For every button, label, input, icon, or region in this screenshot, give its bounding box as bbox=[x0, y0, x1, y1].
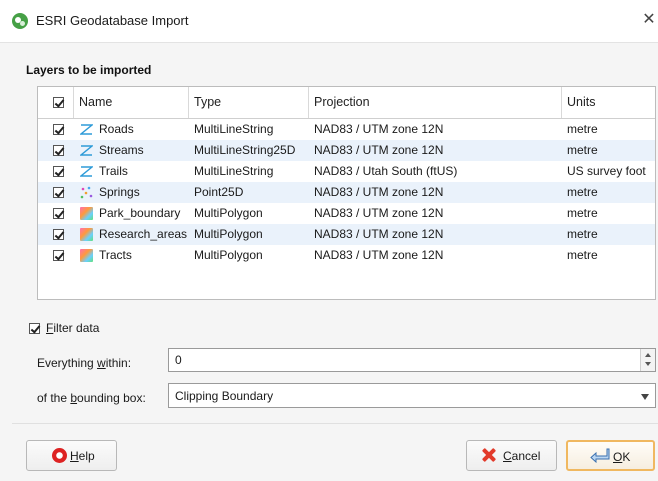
everything-within-input[interactable]: 0 bbox=[168, 348, 656, 372]
row-units: metre bbox=[567, 143, 598, 157]
filter-data-label[interactable]: Filter data bbox=[46, 321, 99, 335]
bounding-box-label: of the bounding box: bbox=[37, 391, 146, 405]
cancel-label-rest: ancel bbox=[511, 449, 541, 463]
row-name: Streams bbox=[99, 143, 144, 157]
filter-label-rest: ilter data bbox=[53, 321, 100, 335]
table-row[interactable]: Roads MultiLineString NAD83 / UTM zone 1… bbox=[38, 119, 655, 140]
select-all-header bbox=[38, 87, 74, 118]
bbox-label-post: ounding box: bbox=[77, 391, 146, 405]
row-checkbox[interactable] bbox=[53, 229, 64, 240]
dialog-title: ESRI Geodatabase Import bbox=[36, 13, 189, 28]
row-units: metre bbox=[567, 227, 598, 241]
row-checkbox[interactable] bbox=[53, 187, 64, 198]
column-header-projection[interactable]: Projection bbox=[309, 87, 562, 118]
layers-table: Name Type Projection Units Roads MultiLi… bbox=[37, 86, 656, 300]
within-value: 0 bbox=[175, 353, 182, 367]
row-projection: NAD83 / Utah South (ftUS) bbox=[314, 164, 458, 178]
button-divider bbox=[12, 423, 658, 424]
import-dialog: ESRI Geodatabase Import ✕ Layers to be i… bbox=[0, 0, 658, 481]
row-checkbox[interactable] bbox=[53, 166, 64, 177]
layers-section-title: Layers to be imported bbox=[26, 63, 152, 77]
table-body: Roads MultiLineString NAD83 / UTM zone 1… bbox=[38, 119, 655, 266]
row-checkbox[interactable] bbox=[53, 250, 64, 261]
row-name: Trails bbox=[99, 164, 128, 178]
chevron-down-icon[interactable] bbox=[641, 394, 649, 400]
row-type: Point25D bbox=[194, 185, 244, 199]
cancel-x-icon bbox=[481, 447, 497, 463]
table-row[interactable]: Park_boundary MultiPolygon NAD83 / UTM z… bbox=[38, 203, 655, 224]
ok-mnemonic: O bbox=[613, 450, 623, 464]
ok-label: OK bbox=[613, 450, 630, 464]
help-button[interactable]: Help bbox=[26, 440, 117, 471]
ok-label-rest: K bbox=[622, 450, 631, 464]
row-type: MultiPolygon bbox=[194, 206, 263, 220]
bbox-selected-value: Clipping Boundary bbox=[175, 389, 274, 403]
polygon-layer-icon bbox=[80, 228, 93, 241]
point-layer-icon bbox=[80, 186, 93, 199]
polygon-layer-icon bbox=[80, 249, 93, 262]
row-type: MultiLineString25D bbox=[194, 143, 296, 157]
row-projection: NAD83 / UTM zone 12N bbox=[314, 248, 444, 262]
app-logo-icon bbox=[12, 13, 28, 29]
column-header-type[interactable]: Type bbox=[189, 87, 309, 118]
row-checkbox[interactable] bbox=[53, 124, 64, 135]
select-all-checkbox[interactable] bbox=[53, 97, 64, 108]
table-row[interactable]: Springs Point25D NAD83 / UTM zone 12N me… bbox=[38, 182, 655, 203]
row-name: Research_areas bbox=[99, 227, 188, 241]
lifebuoy-icon bbox=[52, 448, 67, 463]
row-projection: NAD83 / UTM zone 12N bbox=[314, 143, 444, 157]
row-projection: NAD83 / UTM zone 12N bbox=[314, 185, 444, 199]
row-name: Roads bbox=[99, 122, 134, 136]
row-type: MultiLineString bbox=[194, 122, 274, 136]
column-header-name[interactable]: Name bbox=[74, 87, 189, 118]
within-label-pre: Everything bbox=[37, 356, 98, 370]
row-name: Tracts bbox=[99, 248, 132, 262]
row-projection: NAD83 / UTM zone 12N bbox=[314, 227, 444, 241]
row-name: Park_boundary bbox=[99, 206, 181, 220]
row-projection: NAD83 / UTM zone 12N bbox=[314, 122, 444, 136]
line-layer-icon bbox=[80, 166, 93, 177]
table-header: Name Type Projection Units bbox=[38, 87, 655, 119]
table-row[interactable]: Streams MultiLineString25D NAD83 / UTM z… bbox=[38, 140, 655, 161]
row-type: MultiPolygon bbox=[194, 227, 263, 241]
spin-up-icon[interactable] bbox=[645, 353, 651, 357]
filter-data-checkbox[interactable] bbox=[29, 323, 40, 334]
help-mnemonic: H bbox=[70, 449, 79, 463]
within-mnemonic: w bbox=[97, 356, 106, 370]
row-units: metre bbox=[567, 185, 598, 199]
row-units: US survey foot bbox=[567, 164, 646, 178]
row-checkbox[interactable] bbox=[53, 145, 64, 156]
row-type: MultiPolygon bbox=[194, 248, 263, 262]
row-units: metre bbox=[567, 248, 598, 262]
row-units: metre bbox=[567, 206, 598, 220]
column-header-units[interactable]: Units bbox=[562, 87, 655, 118]
table-row[interactable]: Research_areas MultiPolygon NAD83 / UTM … bbox=[38, 224, 655, 245]
help-label-rest: elp bbox=[78, 449, 95, 463]
enter-arrow-icon bbox=[590, 448, 610, 463]
row-projection: NAD83 / UTM zone 12N bbox=[314, 206, 444, 220]
within-label-post: ithin: bbox=[105, 356, 132, 370]
title-bar: ESRI Geodatabase Import ✕ bbox=[0, 0, 658, 43]
table-row[interactable]: Tracts MultiPolygon NAD83 / UTM zone 12N… bbox=[38, 245, 655, 266]
line-layer-icon bbox=[80, 145, 93, 156]
line-layer-icon bbox=[80, 124, 93, 135]
cancel-mnemonic: C bbox=[503, 449, 512, 463]
bbox-label-pre: of the bbox=[37, 391, 71, 405]
row-checkbox[interactable] bbox=[53, 208, 64, 219]
spin-down-icon[interactable] bbox=[645, 362, 651, 366]
cancel-button[interactable]: Cancel bbox=[466, 440, 557, 471]
everything-within-label: Everything within: bbox=[37, 356, 131, 370]
polygon-layer-icon bbox=[80, 207, 93, 220]
ok-button[interactable]: OK bbox=[566, 440, 655, 471]
close-button[interactable]: ✕ bbox=[640, 9, 658, 31]
row-units: metre bbox=[567, 122, 598, 136]
bounding-box-select[interactable]: Clipping Boundary bbox=[168, 383, 656, 408]
row-name: Springs bbox=[99, 185, 140, 199]
table-row[interactable]: Trails MultiLineString NAD83 / Utah Sout… bbox=[38, 161, 655, 182]
cancel-label: Cancel bbox=[503, 449, 540, 463]
within-spinner[interactable] bbox=[640, 349, 655, 371]
help-label: Help bbox=[70, 449, 95, 463]
row-type: MultiLineString bbox=[194, 164, 274, 178]
